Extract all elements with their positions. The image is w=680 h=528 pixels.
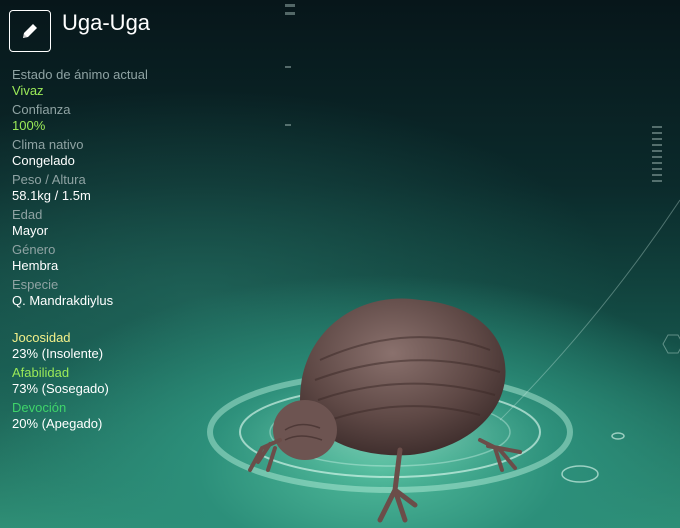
stat-climate: Clima nativo Congelado	[12, 137, 148, 169]
stat-value: Hembra	[12, 258, 59, 273]
trait-playfulness: Jocosidad 23% (Insolente)	[12, 330, 109, 362]
creature-traits: Jocosidad 23% (Insolente) Afabilidad 73%…	[12, 330, 109, 435]
stat-value: Q. Mandrakdiylus	[12, 293, 114, 308]
trait-value: 23% (Insolente)	[12, 346, 104, 361]
stat-gender: Género Hembra	[12, 242, 148, 274]
stat-value: Vivaz	[12, 83, 44, 98]
stat-species: Especie Q. Mandrakdiylus	[12, 277, 148, 309]
stat-label: Especie	[12, 277, 59, 292]
stat-trust: Confianza 100%	[12, 102, 148, 134]
stat-label: Edad	[12, 207, 43, 222]
stat-weight-height: Peso / Altura 58.1kg / 1.5m	[12, 172, 148, 204]
trait-value: 73% (Sosegado)	[12, 381, 109, 396]
creature-name: Uga-Uga	[62, 10, 151, 35]
pencil-icon	[23, 24, 37, 38]
creature-model	[248, 298, 522, 523]
stat-label: Clima nativo	[12, 137, 84, 152]
stat-label: Peso / Altura	[12, 172, 86, 187]
trait-label: Devoción	[12, 400, 67, 415]
edit-name-button[interactable]	[9, 10, 51, 52]
trait-label: Afabilidad	[12, 365, 70, 380]
trait-devotion: Devoción 20% (Apegado)	[12, 400, 109, 432]
trait-friendliness: Afabilidad 73% (Sosegado)	[12, 365, 109, 397]
stat-value: 58.1kg / 1.5m	[12, 188, 91, 203]
stat-value: 100%	[12, 118, 46, 133]
creature-stats: Estado de ánimo actual Vivaz Confianza 1…	[12, 67, 148, 312]
stat-value: Congelado	[12, 153, 75, 168]
stat-age: Edad Mayor	[12, 207, 148, 239]
stat-value: Mayor	[12, 223, 49, 238]
trait-label: Jocosidad	[12, 330, 71, 345]
stat-label: Género	[12, 242, 56, 257]
stat-label: Confianza	[12, 102, 71, 117]
stat-label: Estado de ánimo actual	[12, 67, 148, 82]
trait-value: 20% (Apegado)	[12, 416, 103, 431]
stat-mood: Estado de ánimo actual Vivaz	[12, 67, 148, 99]
